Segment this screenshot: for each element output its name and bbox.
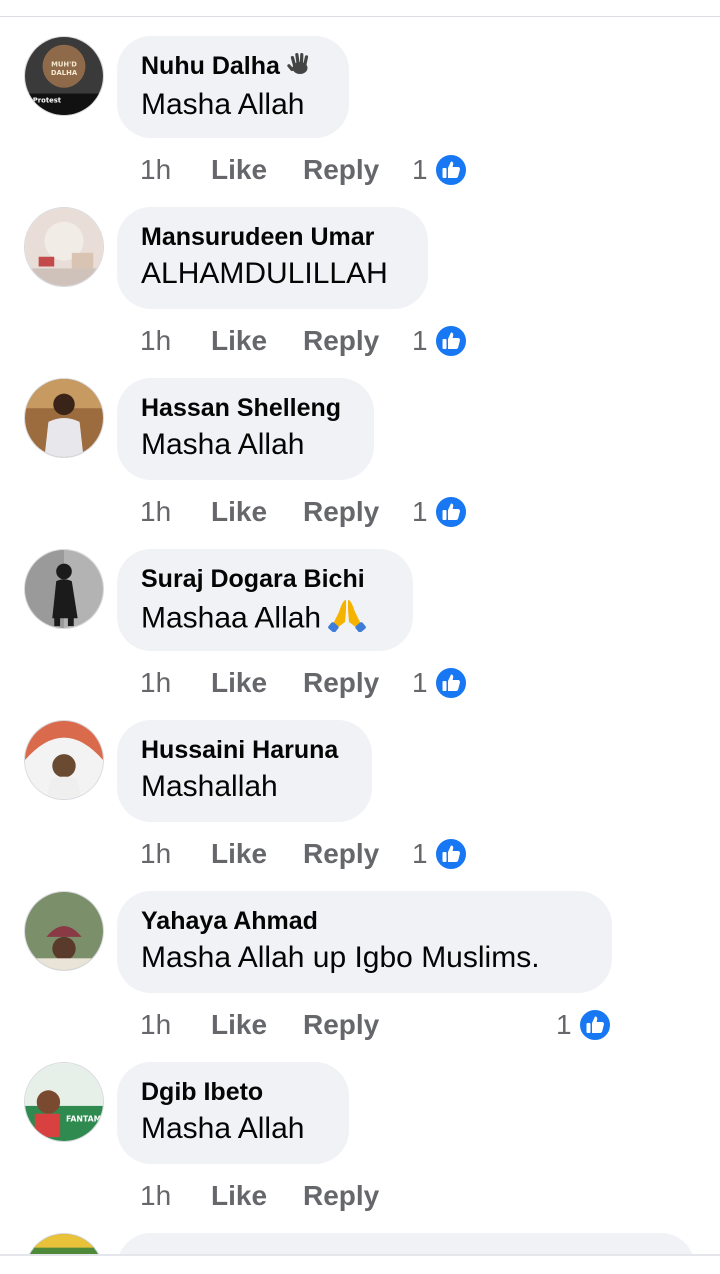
like-button[interactable]: Like (211, 1005, 267, 1045)
reaction-count: 1 (412, 667, 428, 698)
comment-item: Mansurudeen Umar ALHAMDULILLAH 1h Like R… (0, 207, 720, 378)
reaction-summary[interactable]: 1 (412, 663, 468, 703)
comment-text: Mashaa Allah (141, 596, 389, 643)
comment-text: Masha Allah (141, 87, 305, 121)
comment-bubble: Nuhu Dalha Masha Allah (117, 36, 349, 138)
comment-bubble: Yahaya Ahmad Masha Allah up Igbo Muslims… (117, 891, 612, 993)
comment-actions: 1h Like Reply (0, 1176, 720, 1216)
comment-time[interactable]: 1h (140, 492, 171, 532)
reaction-count: 1 (412, 154, 428, 185)
comment-author[interactable]: Hussaini Haruna (141, 733, 348, 767)
avatar[interactable] (24, 891, 104, 971)
like-reaction-icon (433, 666, 468, 700)
reply-button[interactable]: Reply (303, 150, 379, 190)
comment-text: Masha Allah (141, 428, 305, 461)
reaction-summary[interactable]: 1 (556, 1005, 612, 1045)
comment-text: Mashallah (141, 770, 278, 803)
comment-author[interactable]: Hassan Shelleng (141, 391, 350, 425)
top-divider (0, 16, 720, 17)
reaction-summary[interactable]: 1 (412, 834, 468, 874)
comment-actions: 1h Like Reply 1 (0, 150, 720, 190)
comment-time[interactable]: 1h (140, 834, 171, 874)
like-button[interactable]: Like (211, 834, 267, 874)
reaction-count: 1 (412, 838, 428, 869)
comment-time[interactable]: 1h (140, 1005, 171, 1045)
like-reaction-icon (433, 837, 468, 871)
comment-bubble: Suraj Dogara Bichi Mashaa Allah (117, 549, 413, 651)
reply-button[interactable]: Reply (303, 1176, 379, 1216)
reaction-summary[interactable]: 1 (412, 150, 468, 190)
comment-text: Masha Allah up Igbo Muslims. (141, 941, 540, 974)
reply-button[interactable]: Reply (303, 321, 379, 361)
comment-item: Suraj Dogara Bichi Mashaa Allah 1h Like … (0, 549, 720, 720)
avatar[interactable]: MUH'D DALHA Protest (24, 36, 104, 116)
comment-item: Yahaya Ahmad Masha Allah up Igbo Muslims… (0, 891, 720, 1062)
svg-text:FANTAMI: FANTAMI (66, 1115, 103, 1124)
comment-time[interactable]: 1h (140, 150, 171, 190)
reply-button[interactable]: Reply (303, 834, 379, 874)
comment-time[interactable]: 1h (140, 321, 171, 361)
svg-text:DALHA: DALHA (51, 69, 78, 77)
like-reaction-icon (433, 153, 468, 187)
reaction-count: 1 (412, 325, 428, 356)
like-button[interactable]: Like (211, 1176, 267, 1216)
comment-actions: 1h Like Reply 1 (0, 492, 720, 532)
avatar[interactable] (24, 549, 104, 629)
comment-time[interactable]: 1h (140, 1176, 171, 1216)
comment-item: Hassan Shelleng Masha Allah 1h Like Repl… (0, 378, 720, 549)
avatar[interactable] (24, 207, 104, 287)
comment-item: MUH'D DALHA Protest Nuhu Dalha Masha Allah… (0, 36, 720, 207)
folded-hands-icon (327, 596, 367, 643)
comment-bubble: Hussaini Haruna Mashallah (117, 720, 372, 822)
comment-author[interactable]: Mansurudeen Umar (141, 220, 404, 254)
like-reaction-icon (433, 495, 468, 529)
svg-text:Protest: Protest (33, 96, 62, 104)
comment-author[interactable]: Nuhu Dalha (141, 49, 325, 85)
comment-text: Masha Allah (141, 1112, 305, 1145)
svg-text:MUH'D: MUH'D (51, 60, 77, 68)
comment-author[interactable]: Yahaya Ahmad (141, 904, 588, 938)
like-reaction-icon (577, 1008, 612, 1042)
avatar[interactable]: FANTAMI (24, 1062, 104, 1142)
like-button[interactable]: Like (211, 492, 267, 532)
reply-button[interactable]: Reply (303, 492, 379, 532)
like-button[interactable]: Like (211, 663, 267, 703)
comment-actions: 1h Like Reply 1 (0, 1005, 720, 1045)
avatar[interactable] (24, 720, 104, 800)
comment-item: FANTAMI Dgib Ibeto Masha Allah 1h Like R… (0, 1062, 720, 1233)
like-button[interactable]: Like (211, 150, 267, 190)
wave-hand-icon (286, 50, 312, 85)
comment-bubble: Mansurudeen Umar ALHAMDULILLAH (117, 207, 428, 309)
comment-time[interactable]: 1h (140, 663, 171, 703)
comment-item: Hussaini Haruna Mashallah 1h Like Reply … (0, 720, 720, 891)
comment-composer-bar[interactable] (0, 1254, 720, 1274)
comment-bubble: Dgib Ibeto Masha Allah (117, 1062, 349, 1164)
reaction-count: 1 (412, 496, 428, 527)
like-reaction-icon (433, 324, 468, 358)
comment-actions: 1h Like Reply 1 (0, 321, 720, 361)
like-button[interactable]: Like (211, 321, 267, 361)
reaction-summary[interactable]: 1 (412, 492, 468, 532)
comment-text: ALHAMDULILLAH (141, 257, 388, 290)
reaction-count: 1 (556, 1009, 572, 1040)
reply-button[interactable]: Reply (303, 663, 379, 703)
comment-actions: 1h Like Reply 1 (0, 663, 720, 703)
comment-bubble: Hassan Shelleng Masha Allah (117, 378, 374, 480)
comment-actions: 1h Like Reply 1 (0, 834, 720, 874)
reply-button[interactable]: Reply (303, 1005, 379, 1045)
comment-author[interactable]: Dgib Ibeto (141, 1075, 325, 1109)
comment-author[interactable]: Suraj Dogara Bichi (141, 562, 389, 596)
reaction-summary[interactable]: 1 (412, 321, 468, 361)
avatar[interactable] (24, 378, 104, 458)
